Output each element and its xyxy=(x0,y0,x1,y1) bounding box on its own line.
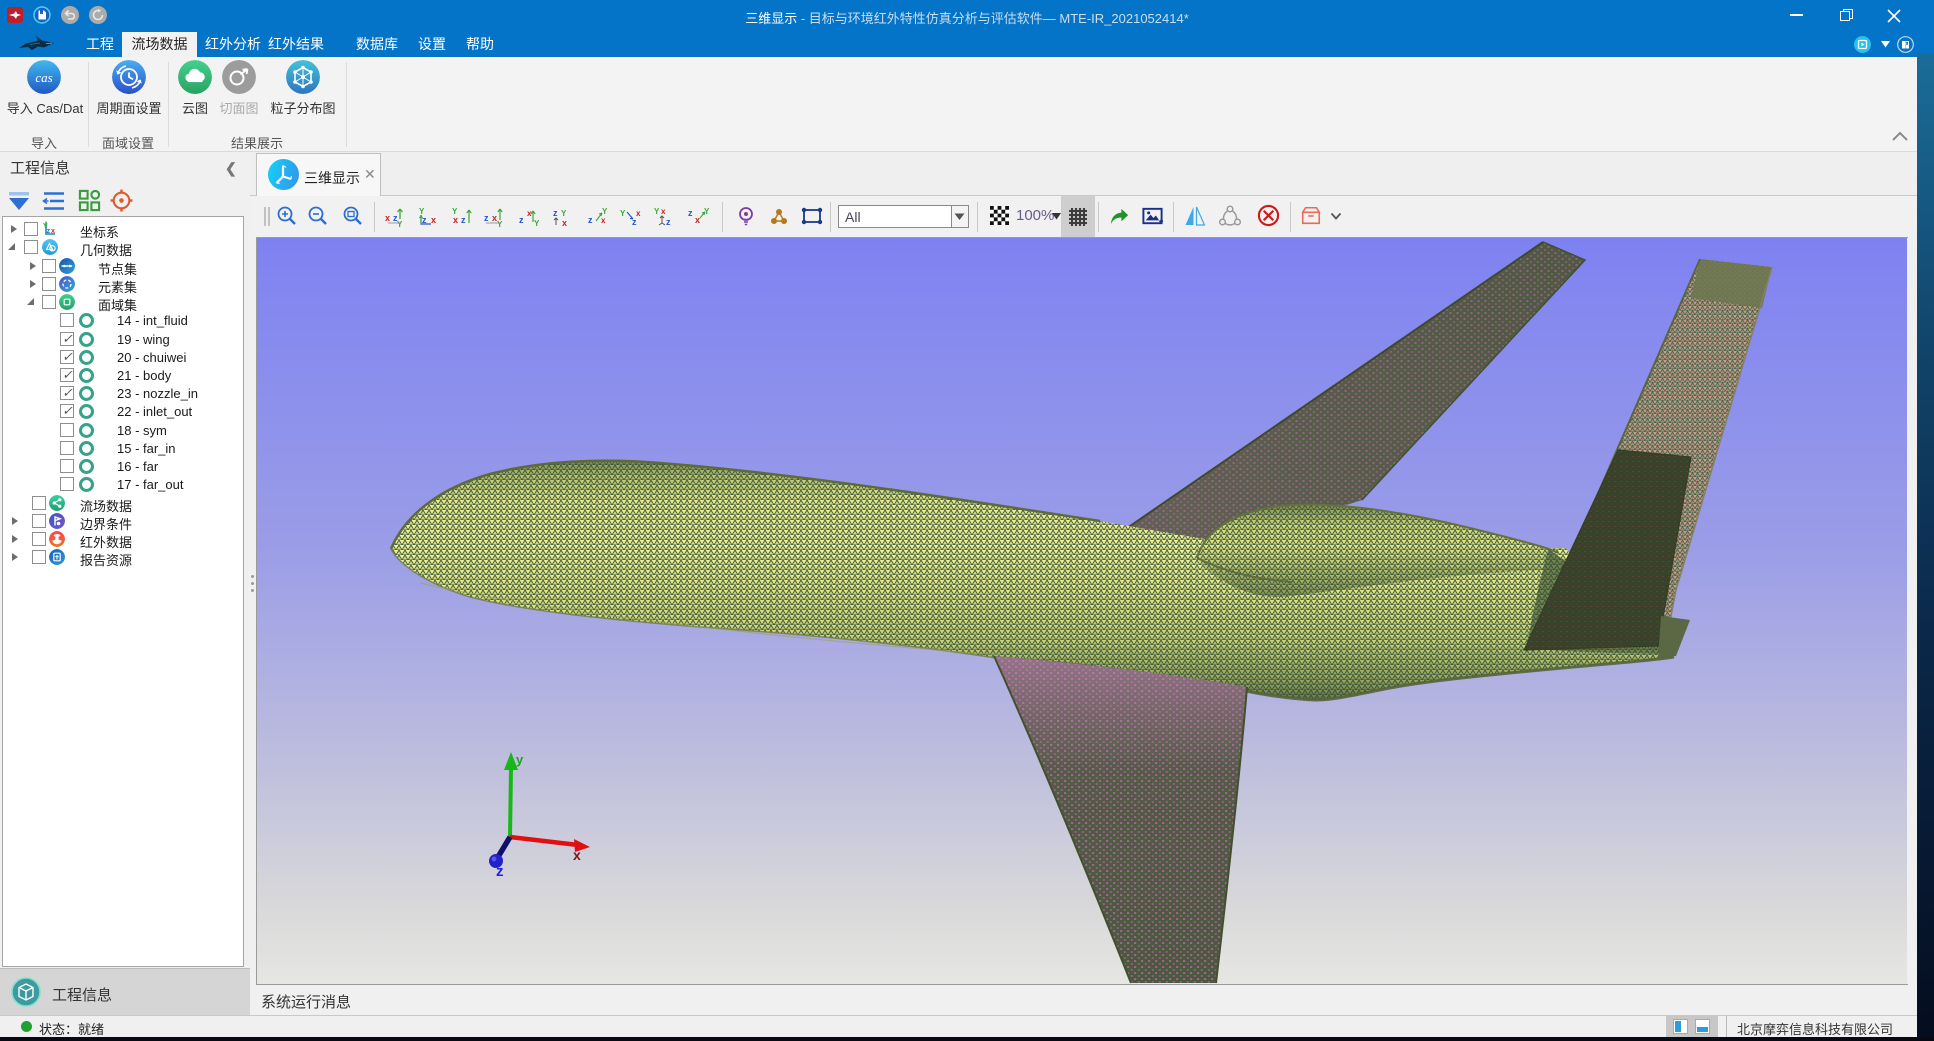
svg-text:z: z xyxy=(519,215,524,225)
svg-text:Y: Y xyxy=(602,207,608,216)
svg-text:cas: cas xyxy=(35,70,52,85)
svg-text:x: x xyxy=(562,218,567,228)
svg-text:x: x xyxy=(661,207,666,216)
svg-text:z: z xyxy=(666,217,671,227)
svg-text:z: z xyxy=(422,215,427,225)
svg-text:x: x xyxy=(573,847,581,863)
svg-text:z: z xyxy=(688,208,693,218)
svg-text:Y: Y xyxy=(620,209,626,218)
svg-text:x: x xyxy=(51,228,55,235)
svg-text:z: z xyxy=(484,213,489,223)
svg-text:Y: Y xyxy=(397,220,403,228)
svg-text:x: x xyxy=(695,215,700,225)
svg-text:x: x xyxy=(385,213,390,223)
svg-text:z: z xyxy=(553,208,558,218)
svg-text:y: y xyxy=(516,752,524,767)
svg-text:Y: Y xyxy=(561,209,567,218)
svg-text:Y: Y xyxy=(43,223,48,230)
svg-text:Y: Y xyxy=(704,207,710,216)
svg-text:z: z xyxy=(632,217,637,227)
svg-text:Y: Y xyxy=(534,219,540,228)
svg-text:x: x xyxy=(431,215,436,225)
svg-text:x: x xyxy=(453,215,458,225)
svg-text:z: z xyxy=(461,215,466,225)
svg-text:Y: Y xyxy=(654,207,660,216)
svg-text:x: x xyxy=(601,216,606,225)
svg-text:z: z xyxy=(496,863,504,880)
svg-text:x: x xyxy=(636,209,641,218)
svg-text:Y: Y xyxy=(497,220,503,228)
svg-text:z: z xyxy=(588,215,593,225)
